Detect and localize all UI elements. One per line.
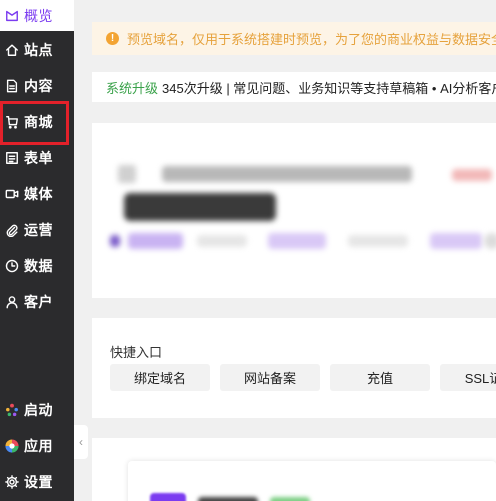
site-overview-card — [92, 123, 496, 298]
bottom-card — [92, 438, 496, 501]
sidebar-item-label: 客户 — [24, 294, 53, 310]
sidebar-item-label: 媒体 — [24, 186, 53, 202]
sidebar-item-label: 设置 — [24, 474, 53, 490]
notice-text: 预览域名，仅用于系统搭建时预览，为了您的商业权益与数据安全，正式 — [127, 32, 496, 47]
upgrade-highlight[interactable]: 系统升级 — [106, 78, 158, 97]
sidebar-collapse-button[interactable]: ‹ — [74, 425, 88, 459]
home-icon — [4, 42, 20, 58]
paperclip-icon — [4, 222, 20, 238]
sidebar-item-label: 应用 — [24, 438, 53, 454]
cart-icon — [4, 114, 20, 130]
badge-placeholder — [348, 235, 408, 247]
site-logo-placeholder — [118, 165, 136, 183]
status-placeholder — [452, 169, 492, 181]
badge-placeholder — [484, 233, 496, 249]
sidebar-item-form[interactable]: 表单 — [0, 140, 74, 176]
clock-icon — [4, 258, 20, 274]
gear-icon — [4, 474, 20, 490]
chevron-left-icon: ‹ — [79, 435, 83, 449]
badge-placeholder — [268, 233, 326, 249]
quick-entry-title: 快捷入口 — [110, 345, 163, 360]
account-avatar-placeholder — [150, 493, 186, 501]
account-name-placeholder — [198, 497, 258, 501]
sidebar-item-label: 商城 — [24, 114, 53, 130]
sidebar-item-label: 内容 — [24, 78, 53, 94]
sidebar-item-customer[interactable]: 客户 — [0, 284, 74, 320]
user-icon — [4, 294, 20, 310]
sidebar-item-label: 数据 — [24, 258, 53, 274]
sidebar-item-label: 运营 — [24, 222, 53, 238]
media-icon — [4, 186, 20, 202]
account-badge-placeholder — [270, 497, 310, 501]
sidebar-item-media[interactable]: 媒体 — [0, 176, 74, 212]
sidebar-item-label: 表单 — [24, 150, 53, 166]
launch-icon — [4, 402, 20, 418]
warning-icon: ! — [106, 32, 119, 45]
sidebar-item-launch[interactable]: 启动 — [0, 392, 74, 428]
ssl-certificate-button[interactable]: SSL证书 — [440, 364, 496, 391]
site-filing-button[interactable]: 网站备案 — [220, 364, 320, 391]
sidebar-item-overview[interactable]: 概览 — [0, 0, 74, 31]
sidebar-item-label: 启动 — [24, 402, 53, 418]
sidebar-item-site[interactable]: 站点 — [0, 32, 74, 68]
sidebar: 概览 站点 内容 商城 表单 媒体 运营 数据 客户 启动 应用 设置 — [0, 0, 74, 501]
sidebar-item-operation[interactable]: 运营 — [0, 212, 74, 248]
system-upgrade-bar[interactable]: 系统升级 345次升级 | 常见问题、业务知识等支持草稿箱 • AI分析客户意 — [92, 72, 496, 102]
quick-entry-card: 快捷入口 绑定域名 网站备案 充值 SSL证书 — [92, 318, 496, 418]
sidebar-item-apps[interactable]: 应用 — [0, 428, 74, 464]
sidebar-item-label: 概览 — [24, 7, 53, 24]
badge-placeholder — [128, 233, 183, 249]
account-panel — [128, 461, 496, 501]
sidebar-item-settings[interactable]: 设置 — [0, 464, 74, 500]
preview-domain-notice: ! 预览域名，仅用于系统搭建时预览，为了您的商业权益与数据安全，正式 — [92, 22, 496, 55]
upgrade-text: 345次升级 | 常见问题、业务知识等支持草稿箱 • AI分析客户意 — [162, 80, 496, 96]
site-name-placeholder — [162, 166, 412, 182]
form-icon — [4, 150, 20, 166]
sidebar-item-content[interactable]: 内容 — [0, 68, 74, 104]
badge-placeholder — [110, 235, 120, 247]
sidebar-item-mall[interactable]: 商城 — [0, 104, 74, 140]
tooltip-placeholder — [124, 193, 276, 221]
badge-placeholder — [430, 233, 482, 249]
badge-placeholder — [197, 235, 247, 247]
overview-icon — [4, 8, 20, 24]
sidebar-item-data[interactable]: 数据 — [0, 248, 74, 284]
bind-domain-button[interactable]: 绑定域名 — [110, 364, 210, 391]
document-icon — [4, 78, 20, 94]
apps-icon — [4, 438, 20, 454]
recharge-button[interactable]: 充值 — [330, 364, 430, 391]
sidebar-item-label: 站点 — [24, 42, 53, 58]
